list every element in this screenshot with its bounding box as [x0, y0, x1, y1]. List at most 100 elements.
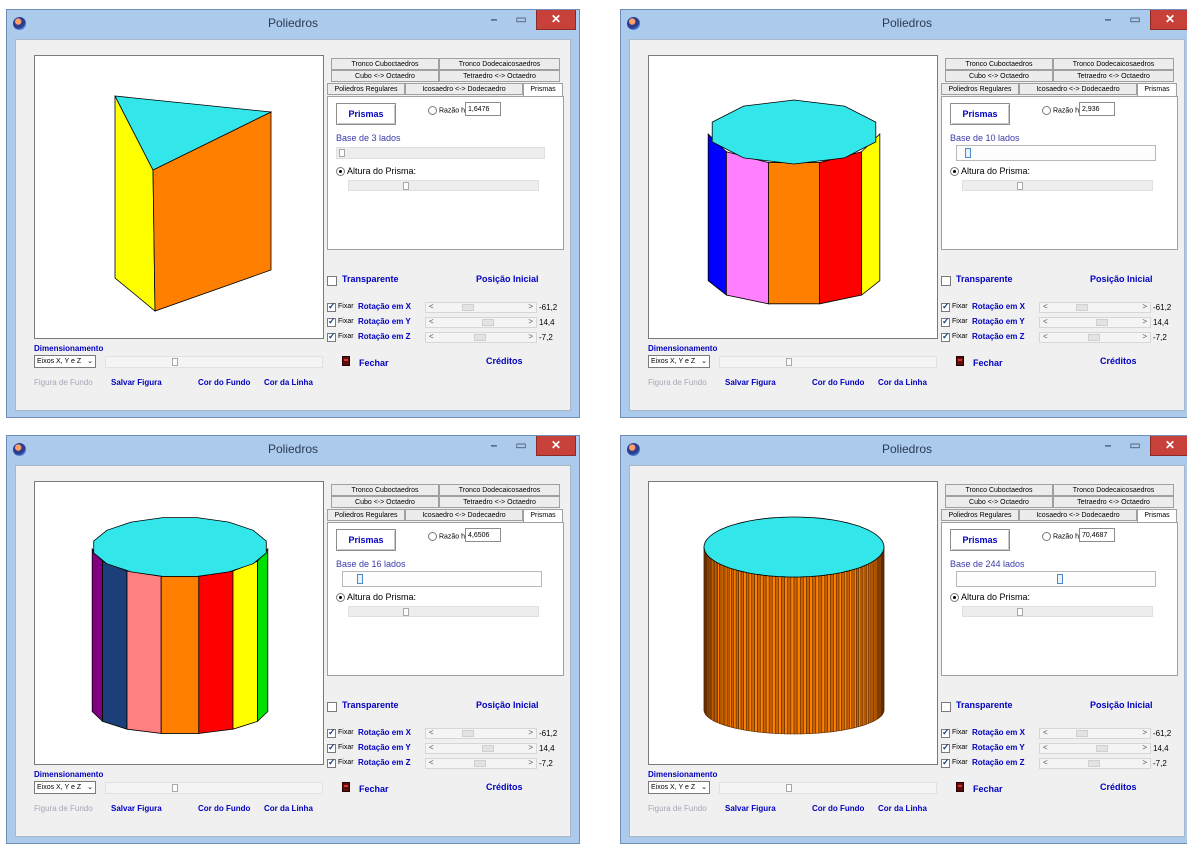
posicao-inicial-link[interactable]: Posição Inicial	[1090, 700, 1153, 710]
rotation-slider[interactable]: < >	[425, 317, 537, 328]
arrow-left-icon[interactable]: <	[1043, 743, 1048, 752]
rotation-slider[interactable]: < >	[1039, 317, 1151, 328]
transparente-checkbox[interactable]	[327, 276, 337, 286]
arrow-left-icon[interactable]: <	[1043, 317, 1048, 326]
altura-radio[interactable]: Altura do Prisma:	[336, 166, 416, 177]
posicao-inicial-link[interactable]: Posição Inicial	[1090, 274, 1153, 284]
title-bar[interactable]: Poliedros – ▭ ✕	[7, 436, 579, 464]
fixar-checkbox[interactable]	[327, 301, 336, 312]
arrow-left-icon[interactable]: <	[1043, 728, 1048, 737]
cor-da-linha-link[interactable]: Cor da Linha	[264, 378, 313, 387]
rotation-slider-thumb[interactable]	[1096, 319, 1108, 326]
cor-da-linha-link[interactable]: Cor da Linha	[878, 804, 927, 813]
tab-cubo-octaedro[interactable]: Cubo <-> Octaedro	[331, 70, 439, 82]
maximize-button[interactable]: ▭	[508, 10, 534, 30]
rotation-slider-thumb[interactable]	[462, 730, 474, 737]
maximize-button[interactable]: ▭	[1122, 436, 1148, 456]
altura-radio-icon[interactable]	[336, 167, 345, 177]
tab-cubo-octaedro[interactable]: Cubo <-> Octaedro	[945, 496, 1053, 508]
exit-door-icon[interactable]	[342, 782, 350, 792]
tab-prismas[interactable]: Prismas	[1137, 83, 1177, 96]
dimensionamento-slider-thumb[interactable]	[786, 784, 792, 792]
render-canvas[interactable]	[648, 55, 938, 339]
chevron-down-icon[interactable]: ⌄	[701, 782, 707, 794]
base-slider-thumb[interactable]	[1056, 574, 1063, 584]
base-slider-thumb[interactable]	[339, 149, 345, 157]
title-bar[interactable]: Poliedros – ▭ ✕	[7, 10, 579, 38]
tab-tronco-dodecaicosaedros[interactable]: Tronco Dodecaicosaedros	[1053, 484, 1174, 496]
close-button[interactable]: ✕	[536, 436, 576, 456]
arrow-right-icon[interactable]: >	[1142, 743, 1147, 752]
rotation-slider-thumb[interactable]	[1076, 304, 1088, 311]
tab-icosaedro-dodecaedro[interactable]: Icosaedro <-> Dodecaedro	[405, 83, 523, 95]
tab-poliedros-regulares[interactable]: Poliedros Regulares	[327, 83, 405, 95]
tab-prismas[interactable]: Prismas	[1137, 509, 1177, 522]
altura-slider-thumb[interactable]	[403, 182, 409, 190]
tab-tronco-dodecaicosaedros[interactable]: Tronco Dodecaicosaedros	[439, 58, 560, 70]
dimensionamento-slider-thumb[interactable]	[786, 358, 792, 366]
tab-prismas[interactable]: Prismas	[523, 83, 563, 96]
arrow-right-icon[interactable]: >	[528, 758, 533, 767]
prismas-button[interactable]: Prismas	[336, 529, 396, 551]
tab-tetraedro-octaedro[interactable]: Tetraedro <-> Octaedro	[1053, 496, 1174, 508]
rotation-slider-thumb[interactable]	[474, 760, 486, 767]
dimensionamento-slider[interactable]	[105, 782, 323, 794]
base-slider[interactable]	[342, 571, 542, 587]
rotation-slider-thumb[interactable]	[474, 334, 486, 341]
cor-do-fundo-link[interactable]: Cor do Fundo	[812, 378, 864, 387]
arrow-left-icon[interactable]: <	[429, 332, 434, 341]
fixar-checkbox[interactable]	[941, 316, 950, 327]
fixar-checkbox[interactable]	[327, 331, 336, 342]
fechar-button[interactable]: Fechar	[973, 784, 1003, 794]
salvar-figura-link[interactable]: Salvar Figura	[725, 804, 776, 813]
fixar-checkbox[interactable]	[327, 757, 336, 768]
tab-cubo-octaedro[interactable]: Cubo <-> Octaedro	[945, 70, 1053, 82]
razao-value-field[interactable]: 2,936	[1079, 102, 1115, 116]
altura-radio[interactable]: Altura do Prisma:	[336, 592, 416, 603]
rotation-slider-thumb[interactable]	[1076, 730, 1088, 737]
fixar-checkbox[interactable]	[327, 316, 336, 327]
chevron-down-icon[interactable]: ⌄	[87, 356, 93, 368]
arrow-left-icon[interactable]: <	[429, 302, 434, 311]
altura-radio-icon[interactable]	[336, 593, 345, 603]
eixos-select[interactable]: Eixos X, Y e Z ⌄	[34, 355, 96, 368]
tab-poliedros-regulares[interactable]: Poliedros Regulares	[941, 83, 1019, 95]
arrow-right-icon[interactable]: >	[1142, 758, 1147, 767]
base-slider[interactable]	[956, 571, 1156, 587]
title-bar[interactable]: Poliedros – ▭ ✕	[621, 10, 1187, 38]
cor-da-linha-link[interactable]: Cor da Linha	[264, 804, 313, 813]
altura-radio[interactable]: Altura do Prisma:	[950, 166, 1030, 177]
rotation-slider-thumb[interactable]	[1096, 745, 1108, 752]
arrow-right-icon[interactable]: >	[1142, 302, 1147, 311]
tab-poliedros-regulares[interactable]: Poliedros Regulares	[941, 509, 1019, 521]
razao-value-field[interactable]: 70,4687	[1079, 528, 1115, 542]
tab-tronco-dodecaicosaedros[interactable]: Tronco Dodecaicosaedros	[1053, 58, 1174, 70]
transparente-checkbox[interactable]	[327, 702, 337, 712]
fixar-checkbox[interactable]	[327, 727, 336, 738]
arrow-right-icon[interactable]: >	[1142, 728, 1147, 737]
creditos-button[interactable]: Créditos	[1100, 782, 1137, 792]
render-canvas[interactable]	[34, 481, 324, 765]
arrow-left-icon[interactable]: <	[429, 317, 434, 326]
arrow-left-icon[interactable]: <	[1043, 302, 1048, 311]
salvar-figura-link[interactable]: Salvar Figura	[111, 804, 162, 813]
razao-value-field[interactable]: 1,6476	[465, 102, 501, 116]
rotation-slider[interactable]: < >	[425, 728, 537, 739]
fixar-checkbox[interactable]	[941, 757, 950, 768]
tab-tetraedro-octaedro[interactable]: Tetraedro <-> Octaedro	[439, 70, 560, 82]
rotation-slider-thumb[interactable]	[462, 304, 474, 311]
fechar-button[interactable]: Fechar	[359, 784, 389, 794]
tab-icosaedro-dodecaedro[interactable]: Icosaedro <-> Dodecaedro	[1019, 83, 1137, 95]
altura-slider-thumb[interactable]	[1017, 608, 1023, 616]
tab-icosaedro-dodecaedro[interactable]: Icosaedro <-> Dodecaedro	[1019, 509, 1137, 521]
posicao-inicial-link[interactable]: Posição Inicial	[476, 274, 539, 284]
chevron-down-icon[interactable]: ⌄	[701, 356, 707, 368]
rotation-slider-thumb[interactable]	[482, 319, 494, 326]
creditos-button[interactable]: Créditos	[486, 782, 523, 792]
prismas-button[interactable]: Prismas	[950, 529, 1010, 551]
tab-tronco-cuboctaedros[interactable]: Tronco Cuboctaedros	[945, 58, 1053, 70]
prismas-button[interactable]: Prismas	[950, 103, 1010, 125]
transparente-checkbox[interactable]	[941, 276, 951, 286]
tab-icosaedro-dodecaedro[interactable]: Icosaedro <-> Dodecaedro	[405, 509, 523, 521]
tab-poliedros-regulares[interactable]: Poliedros Regulares	[327, 509, 405, 521]
